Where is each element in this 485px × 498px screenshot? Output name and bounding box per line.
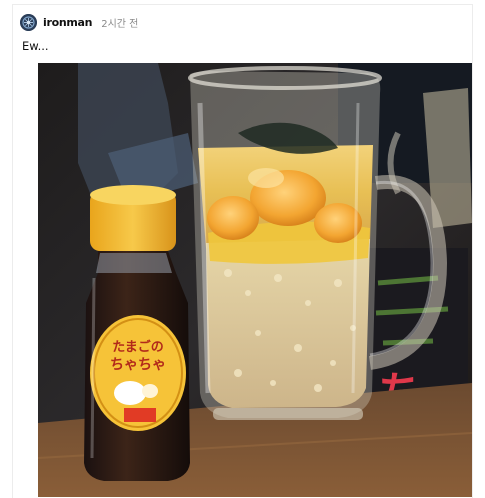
bottle-label-line1: たまごの: [112, 339, 164, 355]
post-timestamp: 2시간 전: [101, 18, 139, 30]
frame-right-border: [472, 4, 473, 498]
avatar-icon[interactable]: [20, 13, 37, 31]
post-header: ironman 2시간 전: [20, 12, 138, 32]
username-link[interactable]: ironman: [43, 16, 93, 29]
post-photo[interactable]: ち: [38, 63, 472, 497]
post-caption: Ew...: [22, 39, 49, 53]
sauce-bottle: たまごの ちゃちゃ: [84, 185, 190, 481]
frame-left-border: [12, 4, 13, 498]
frame-top-border: [12, 4, 473, 5]
bottle-label-line2: ちゃちゃ: [110, 357, 166, 373]
